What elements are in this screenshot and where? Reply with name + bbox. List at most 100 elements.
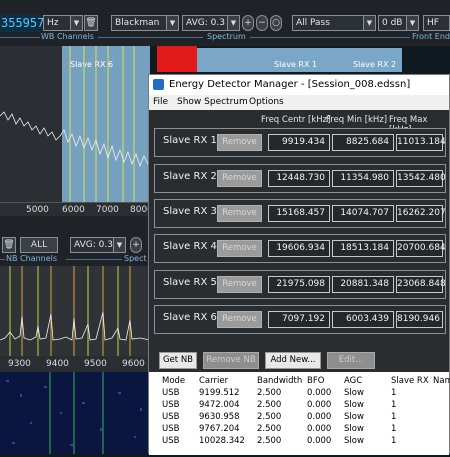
group-divider (98, 37, 203, 38)
cell-agc: Slow (344, 400, 364, 410)
menu-options[interactable]: Options (249, 95, 284, 110)
freq-min-field[interactable]: 18513.184 (332, 240, 394, 257)
trash-all-button[interactable]: ALL (20, 237, 58, 253)
zoom-out-icon[interactable]: − (256, 15, 268, 31)
freq-min-field[interactable]: 11354.980 (332, 170, 394, 187)
remove-button[interactable]: Remove (217, 134, 262, 151)
table-header-name[interactable]: Nam (433, 376, 450, 386)
title-bar[interactable]: Energy Detector Manager - [Session_008.e… (149, 75, 449, 95)
freq-min-field[interactable]: 6003.439 (332, 311, 394, 328)
nb-waterfall[interactable] (0, 372, 150, 454)
add-new-button[interactable]: Add New... (265, 352, 321, 369)
trash-icon[interactable]: 🗑 (2, 237, 16, 253)
freq-centr-field[interactable]: 19606.934 (268, 240, 330, 257)
front-end-label: Front End (412, 32, 450, 41)
filter-dropdown[interactable]: All Pass ▼ (292, 15, 376, 31)
cell-mode: USB (162, 388, 180, 398)
all-label: ALL (30, 240, 48, 250)
cell-carrier: 10028.342 (199, 436, 245, 446)
axis-tick: 7000 (96, 205, 119, 215)
nb-frequency-axis: 9300 9400 9500 9600 (0, 356, 150, 372)
table-row[interactable]: USB 9472.004 2.500 0.000 Slow 1 (149, 400, 449, 412)
freq-min-field[interactable]: 8825.684 (332, 134, 394, 151)
energy-detector-manager-window: Energy Detector Manager - [Session_008.e… (148, 74, 450, 455)
cell-bandwidth: 2.500 (257, 424, 282, 434)
frequency-display[interactable]: 355957 (0, 15, 44, 32)
freq-max-field[interactable]: 11013.184 (396, 134, 446, 151)
averaging-dropdown[interactable]: AVG: 0.3 s ▼ (182, 15, 240, 31)
slave-rx-name: Slave RX 6 (163, 312, 217, 323)
nb-spectrum-trace (0, 266, 150, 358)
table-row[interactable]: USB 10028.342 2.500 0.000 Slow 1 (149, 436, 449, 448)
wb-spectrum-trace (0, 46, 150, 202)
get-nb-button[interactable]: Get NB (159, 352, 197, 369)
filter-value: All Pass (296, 18, 330, 28)
remove-button[interactable]: Remove (217, 170, 262, 187)
main-toolbar: 355957 Hz ▼ 🗑 Blackman ▼ AVG: 0.3 s ▼ + … (0, 0, 450, 46)
chevron-down-icon: ▼ (406, 16, 418, 30)
chevron-down-icon: ▼ (363, 16, 375, 30)
freq-min-field[interactable]: 20881.348 (332, 276, 394, 293)
freq-centr-field[interactable]: 21975.098 (268, 276, 330, 293)
slave-rx-row: Slave RX 4 Remove 19606.934 18513.184 20… (154, 234, 446, 263)
window-function-dropdown[interactable]: Blackman ▼ (111, 15, 179, 31)
window-function-value: Blackman (115, 18, 160, 28)
nb-channels-label: NB Channels (6, 254, 58, 263)
slave-rx-name: Slave RX 3 (163, 206, 217, 217)
freq-max-field[interactable]: 13542.480 (396, 170, 446, 187)
slave-rx-row: Slave RX 5 Remove 21975.098 20881.348 23… (154, 270, 446, 299)
table-row[interactable]: USB 9630.958 2.500 0.000 Slow 1 (149, 412, 449, 424)
zoom-fit-icon[interactable]: ○ (270, 15, 282, 31)
zoom-in-icon[interactable]: + (130, 237, 142, 253)
cell-slave-rx: 1 (391, 400, 397, 410)
table-header-agc[interactable]: AGC (344, 376, 362, 386)
remove-nb-button[interactable]: Remove NB (203, 352, 259, 369)
group-divider (66, 259, 122, 260)
axis-tick: 9500 (84, 359, 107, 369)
table-header-carrier[interactable]: Carrier (199, 376, 228, 386)
slave-rx-name: Slave RX 1 (163, 135, 217, 146)
cell-bandwidth: 2.500 (257, 388, 282, 398)
table-header-bfo[interactable]: BFO (307, 376, 324, 386)
remove-button[interactable]: Remove (217, 205, 262, 222)
spectrum-label: Spectrum (207, 32, 246, 41)
remove-button[interactable]: Remove (217, 311, 262, 328)
gain-dropdown[interactable]: 0 dB ▼ (378, 15, 419, 31)
cell-carrier: 9199.512 (199, 388, 240, 398)
axis-tick: 9600 (122, 359, 145, 369)
wb-channels-label: WB Channels (41, 32, 94, 41)
freq-centr-field[interactable]: 9919.434 (268, 134, 330, 151)
remove-button[interactable]: Remove (217, 240, 262, 257)
edit-button[interactable]: Edit... (327, 352, 375, 369)
table-row[interactable]: USB 9199.512 2.500 0.000 Slow 1 (149, 388, 449, 400)
cell-mode: USB (162, 436, 180, 446)
group-divider (0, 259, 5, 260)
freq-max-field[interactable]: 16262.207 (396, 205, 446, 222)
nb-averaging-dropdown[interactable]: AVG: 0.3 s ▼ (70, 237, 126, 253)
table-header-mode[interactable]: Mode (162, 376, 185, 386)
freq-centr-field[interactable]: 15168.457 (268, 205, 330, 222)
menu-file[interactable]: File (153, 95, 168, 110)
zoom-in-icon[interactable]: + (242, 15, 254, 31)
freq-min-field[interactable]: 14074.707 (332, 205, 394, 222)
table-header-slave-rx[interactable]: Slave RX (391, 376, 429, 386)
table-row[interactable]: USB 9767.204 2.500 0.000 Slow 1 (149, 424, 449, 436)
wb-band-active[interactable] (157, 46, 197, 72)
freq-centr-field[interactable]: 7097.192 (268, 311, 330, 328)
table-header-bandwidth[interactable]: Bandwidth (257, 376, 302, 386)
trash-icon[interactable]: 🗑 (84, 15, 98, 31)
slave-rx-name: Slave RX 5 (163, 277, 217, 288)
cell-bfo: 0.000 (307, 436, 332, 446)
freq-max-field[interactable]: 8190.946 (396, 311, 443, 328)
chevron-down-icon: ▼ (113, 238, 125, 252)
freq-max-field[interactable]: 23068.848 (396, 276, 446, 293)
freq-max-field[interactable]: 20700.684 (396, 240, 446, 257)
menu-show-spectrum[interactable]: Show Spectrum (177, 95, 248, 110)
waterfall-noise (6, 372, 142, 454)
cell-agc: Slow (344, 388, 364, 398)
units-dropdown[interactable]: Hz ▼ (43, 15, 83, 31)
freq-centr-field[interactable]: 12448.730 (268, 170, 330, 187)
hf-mode-dropdown[interactable]: HF (423, 15, 450, 31)
column-header-freq-min: Freq Min [kHz] (326, 115, 388, 125)
remove-button[interactable]: Remove (217, 276, 262, 293)
